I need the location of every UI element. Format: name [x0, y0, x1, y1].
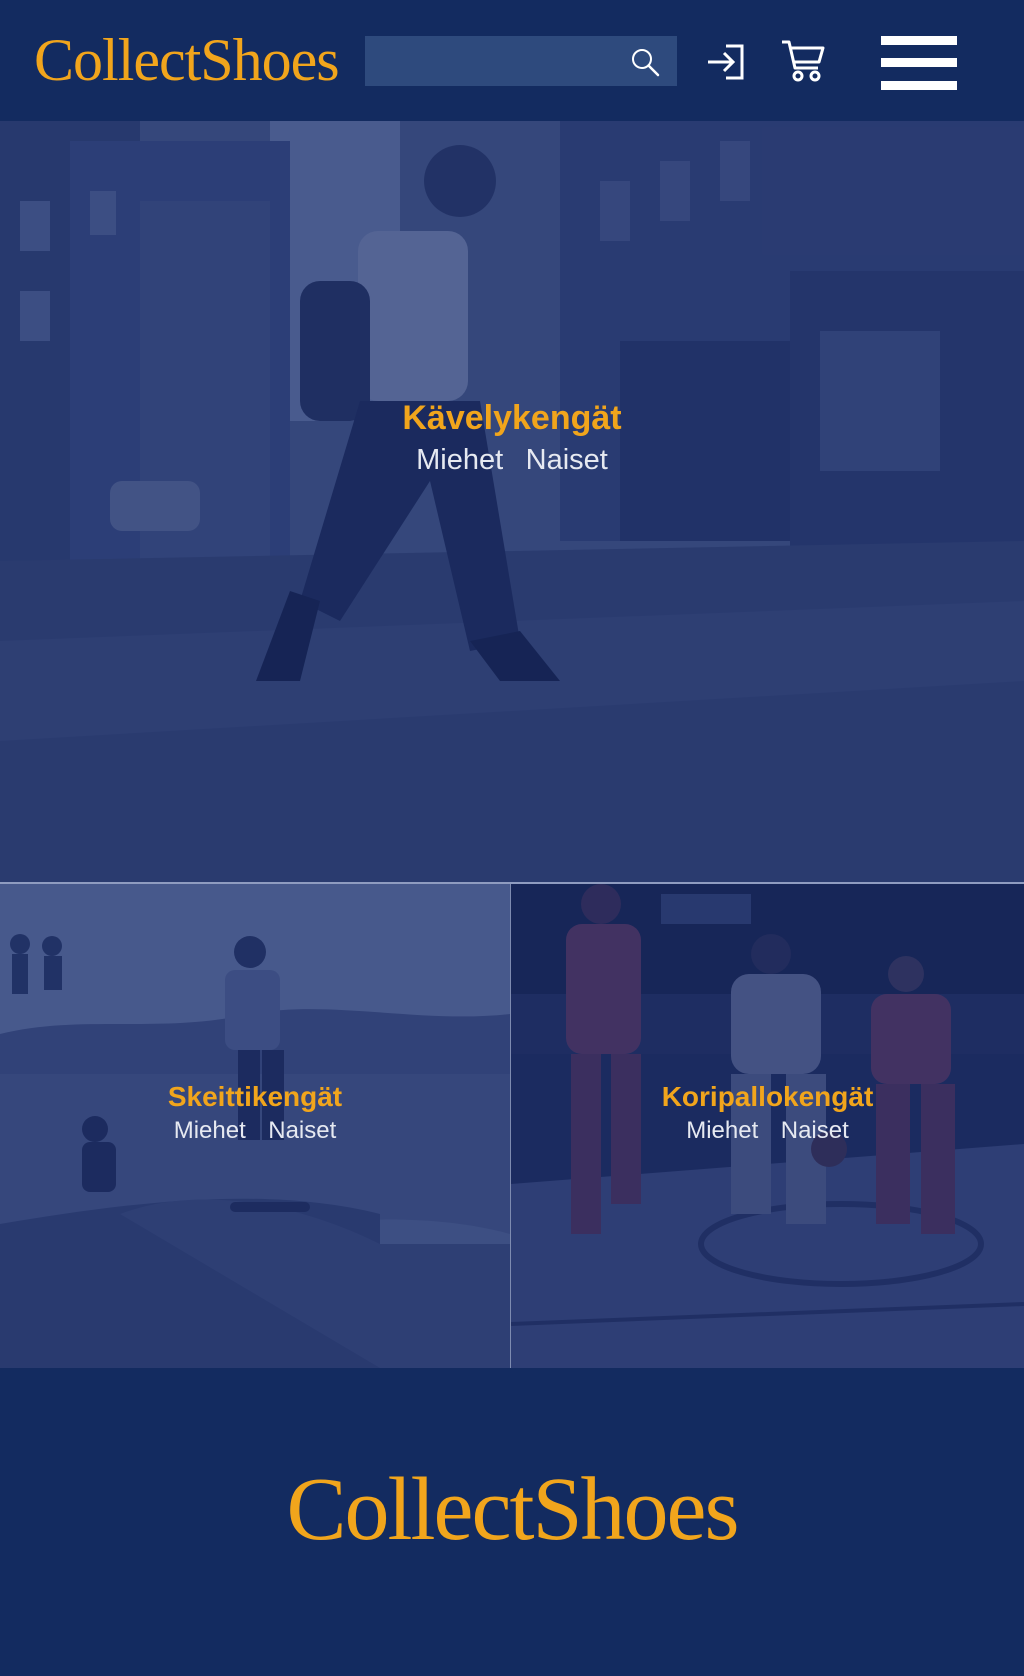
page: CollectShoes Kävelykengät Miehet Naiset … [0, 0, 1024, 1676]
site-footer: CollectShoes [0, 1368, 1024, 1676]
search-bar [365, 36, 677, 86]
footer-logo[interactable]: CollectShoes [0, 1460, 1024, 1560]
hamburger-menu-icon[interactable] [881, 36, 957, 90]
search-input[interactable] [365, 36, 625, 86]
category-tile-walking[interactable]: Kävelykengät Miehet Naiset [0, 121, 1024, 883]
site-logo[interactable]: CollectShoes [34, 22, 340, 98]
search-icon[interactable] [629, 46, 661, 78]
site-header: CollectShoes [0, 0, 1024, 121]
category-link-men[interactable]: Miehet [416, 444, 503, 476]
category-caption: Koripallokengät Miehet Naiset [511, 1080, 1024, 1148]
tile-overlay [0, 121, 1024, 883]
cart-icon[interactable] [780, 38, 826, 84]
category-link-men[interactable]: Miehet [174, 1117, 246, 1144]
category-title[interactable]: Skeittikengät [0, 1080, 510, 1114]
category-title[interactable]: Koripallokengät [511, 1080, 1024, 1114]
category-links: Miehet Naiset [511, 1114, 1024, 1148]
category-caption: Skeittikengät Miehet Naiset [0, 1080, 510, 1148]
login-icon[interactable] [706, 42, 746, 82]
category-links: Miehet Naiset [0, 1114, 510, 1148]
category-tile-skate[interactable]: Skeittikengät Miehet Naiset [0, 884, 510, 1368]
category-link-women[interactable]: Naiset [781, 1117, 849, 1144]
category-caption: Kävelykengät Miehet Naiset [0, 397, 1024, 481]
category-links: Miehet Naiset [0, 439, 1024, 481]
category-link-men[interactable]: Miehet [686, 1117, 758, 1144]
category-tile-basketball[interactable]: Koripallokengät Miehet Naiset [511, 884, 1024, 1368]
category-link-women[interactable]: Naiset [526, 444, 608, 476]
category-link-women[interactable]: Naiset [268, 1117, 336, 1144]
category-title[interactable]: Kävelykengät [0, 397, 1024, 439]
